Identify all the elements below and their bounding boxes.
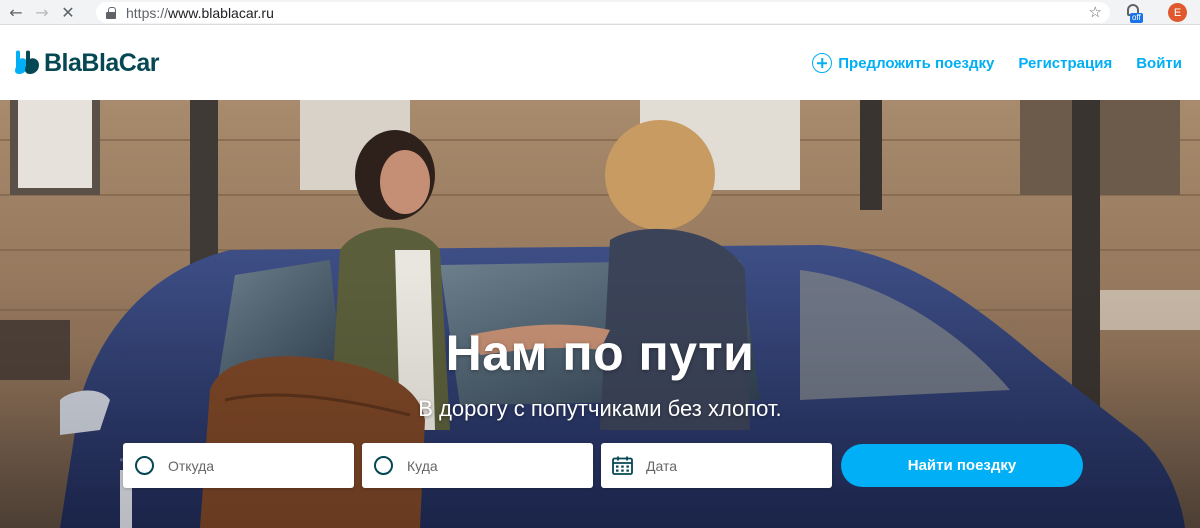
arrow-right-icon[interactable]: → bbox=[29, 0, 55, 25]
arrow-left-icon[interactable]: ← bbox=[3, 0, 29, 25]
extension-badge: off bbox=[1130, 13, 1143, 23]
to-field[interactable] bbox=[362, 443, 593, 488]
address-bar[interactable]: https:// www.blablacar.ru ☆ bbox=[96, 2, 1110, 23]
site-header: BlaBlaCar Предложить поездку Регистрация… bbox=[0, 26, 1200, 100]
login-link[interactable]: Войти bbox=[1136, 55, 1182, 72]
hero-section: Нам по пути В дорогу с попутчиками без х… bbox=[0, 100, 1200, 528]
blablacar-logo-icon bbox=[15, 50, 39, 74]
url-host: www.blablacar.ru bbox=[168, 4, 274, 21]
date-field[interactable] bbox=[601, 443, 832, 488]
plus-circle-icon bbox=[812, 53, 833, 73]
avatar[interactable]: E bbox=[1168, 3, 1187, 22]
header-nav: Предложить поездку Регистрация Войти bbox=[812, 26, 1182, 100]
calendar-icon bbox=[612, 456, 633, 475]
destination-circle-icon bbox=[374, 456, 393, 475]
hero-subtitle: В дорогу с попутчиками без хлопот. bbox=[418, 396, 782, 421]
origin-circle-icon bbox=[135, 456, 154, 475]
browser-toolbar: ← → ✕ https:// www.blablacar.ru ☆ off E bbox=[0, 0, 1200, 25]
offer-ride-link[interactable]: Предложить поездку bbox=[812, 53, 994, 73]
offer-ride-label: Предложить поездку bbox=[838, 54, 995, 72]
from-field[interactable] bbox=[123, 443, 354, 488]
hero-title: Нам по пути bbox=[445, 325, 755, 381]
lock-icon bbox=[106, 6, 116, 19]
to-input[interactable] bbox=[407, 443, 593, 488]
star-icon[interactable]: ☆ bbox=[1089, 3, 1102, 21]
register-link[interactable]: Регистрация bbox=[1018, 55, 1112, 72]
close-icon[interactable]: ✕ bbox=[55, 0, 81, 25]
extension-icon[interactable]: off bbox=[1124, 2, 1146, 23]
find-ride-button[interactable]: Найти поездку bbox=[841, 444, 1083, 487]
logo-text: BlaBlaCar bbox=[44, 48, 160, 77]
logo[interactable]: BlaBlaCar bbox=[13, 48, 160, 78]
date-input[interactable] bbox=[646, 443, 832, 488]
url-scheme: https:// bbox=[126, 4, 169, 21]
from-input[interactable] bbox=[168, 443, 354, 488]
